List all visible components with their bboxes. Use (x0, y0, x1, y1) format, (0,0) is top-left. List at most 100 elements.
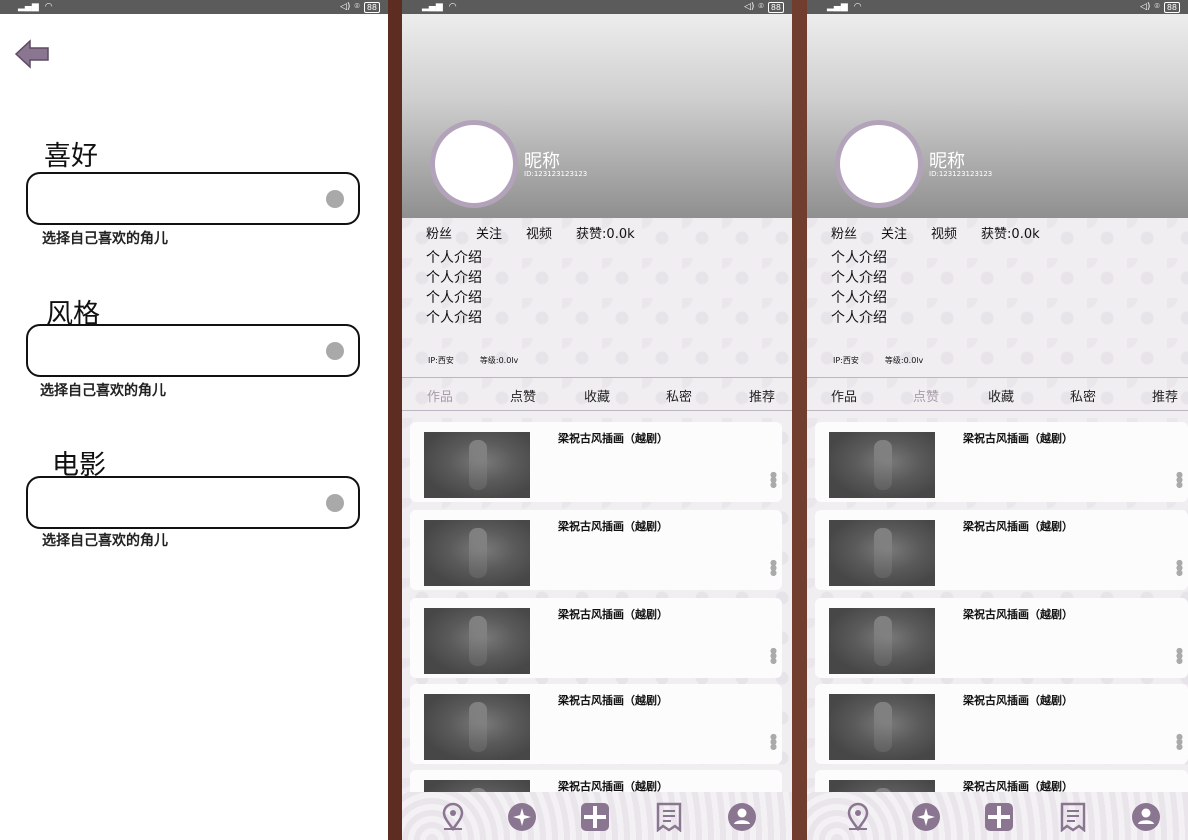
battery-indicator: 88 (1163, 1, 1180, 13)
item-title: 梁祝古风插画（越剧） (558, 520, 668, 533)
stat-following[interactable]: 关注 (881, 223, 907, 242)
profile-screen-likes: ▂▄▆ ◠ ◁) ⌾ 88 昵称 ID:123123123123 粉丝 关注 视频 获… (807, 0, 1188, 840)
app-stage: ▂▄▆ ◠ ◁) ⌾ 88 喜好 选择自己喜欢的角儿 风格 选择自己喜欢的角儿 电影 … (0, 0, 1188, 840)
avatar[interactable] (835, 120, 923, 208)
add-icon[interactable] (984, 802, 1014, 832)
battery-indicator: 88 (767, 1, 784, 13)
item-title: 梁祝古风插画（越剧） (963, 520, 1073, 533)
bottom-nav (402, 792, 792, 840)
content-tabs: 作品 点赞 收藏 私密 推荐 (402, 377, 792, 411)
add-icon[interactable] (580, 802, 610, 832)
wifi-icon: ◠ (853, 2, 862, 12)
artwork-thumbnail (829, 608, 935, 674)
signal-icon: ▂▄▆ (422, 2, 443, 12)
artwork-thumbnail (424, 694, 530, 760)
notes-icon[interactable] (1058, 802, 1088, 832)
bio-line: 个人介绍 (831, 290, 887, 306)
item-title: 梁祝古风插画（越剧） (558, 432, 668, 445)
more-options-icon[interactable]: ● ● ● (1176, 733, 1183, 751)
tab-likes[interactable]: 点赞 (913, 386, 939, 405)
stat-likes: 获赞:0.0k (981, 227, 1040, 242)
stat-videos[interactable]: 视频 (931, 223, 957, 242)
style-hint: 选择自己喜欢的角儿 (40, 383, 166, 399)
compass-icon[interactable] (911, 802, 941, 832)
stat-fans[interactable]: 粉丝 (831, 223, 857, 242)
more-options-icon[interactable]: ● ● ● (770, 733, 777, 751)
hobby-hint: 选择自己喜欢的角儿 (42, 231, 168, 247)
list-item[interactable]: 梁祝古风插画（越剧） ● ● ● (410, 598, 782, 678)
profile-meta: IP:西安 等级:0.0lv (833, 355, 923, 366)
user-id: ID:123123123123 (929, 170, 993, 178)
select-knob-icon (326, 342, 344, 360)
section-title-hobby: 喜好 (44, 141, 98, 172)
wifi-icon: ◠ (44, 2, 53, 12)
location-pin-icon: ⌾ (354, 2, 360, 12)
tab-recommend[interactable]: 推荐 (1152, 386, 1178, 405)
style-select-field[interactable] (26, 324, 360, 377)
user-id: ID:123123123123 (524, 170, 588, 178)
volume-icon: ◁) (743, 2, 755, 12)
wifi-icon: ◠ (448, 2, 457, 12)
item-title: 梁祝古风插画（越剧） (558, 694, 668, 707)
avatar[interactable] (430, 120, 518, 208)
more-options-icon[interactable]: ● ● ● (770, 647, 777, 665)
bio-line: 个人介绍 (831, 310, 887, 326)
more-options-icon[interactable]: ● ● ● (1176, 471, 1183, 489)
back-arrow-icon[interactable] (14, 38, 50, 70)
status-bar: ▂▄▆ ◠ ◁) ⌾ 88 (807, 0, 1188, 14)
list-item[interactable]: 梁祝古风插画（越剧） ● ● ● (410, 684, 782, 764)
user-icon[interactable] (1131, 802, 1161, 832)
battery-indicator: 88 (363, 1, 380, 13)
stats-row: 粉丝 关注 视频 获赞:0.0k (426, 223, 659, 242)
artwork-thumbnail (829, 432, 935, 498)
bio-line: 个人介绍 (426, 290, 482, 306)
bio-line: 个人介绍 (831, 270, 887, 286)
more-options-icon[interactable]: ● ● ● (770, 471, 777, 489)
location-pin-icon: ⌾ (1154, 2, 1160, 12)
list-item[interactable]: 梁祝古风插画（越剧） ● ● ● (815, 598, 1188, 678)
tab-favorites[interactable]: 收藏 (988, 386, 1014, 405)
content-tabs: 作品 点赞 收藏 私密 推荐 (807, 377, 1188, 411)
bio: 个人介绍 个人介绍 个人介绍 个人介绍 (426, 248, 482, 328)
movie-select-field[interactable] (26, 476, 360, 529)
list-item[interactable]: 梁祝古风插画（越剧） ● ● ● (815, 510, 1188, 590)
more-options-icon[interactable]: ● ● ● (1176, 559, 1183, 577)
artwork-thumbnail (424, 520, 530, 586)
stat-videos[interactable]: 视频 (526, 223, 552, 242)
hobby-select-field[interactable] (26, 172, 360, 225)
select-knob-icon (326, 190, 344, 208)
stat-fans[interactable]: 粉丝 (426, 223, 452, 242)
tab-recommend[interactable]: 推荐 (749, 386, 775, 405)
tab-works[interactable]: 作品 (831, 386, 857, 405)
list-item[interactable]: 梁祝古风插画（越剧） ● ● ● (410, 510, 782, 590)
artwork-thumbnail (424, 432, 530, 498)
bio: 个人介绍 个人介绍 个人介绍 个人介绍 (831, 248, 887, 328)
user-icon[interactable] (727, 802, 757, 832)
list-item[interactable]: 梁祝古风插画（越剧） ● ● ● (815, 684, 1188, 764)
stat-following[interactable]: 关注 (476, 223, 502, 242)
notes-icon[interactable] (654, 802, 684, 832)
artwork-thumbnail (829, 694, 935, 760)
location-icon[interactable] (843, 802, 873, 832)
bio-line: 个人介绍 (426, 270, 482, 286)
profile-meta: IP:西安 等级:0.0lv (428, 355, 518, 366)
tab-works[interactable]: 作品 (427, 386, 453, 405)
user-level: 等级:0.0lv (479, 356, 519, 365)
list-item[interactable]: 梁祝古风插画（越剧） ● ● ● (815, 422, 1188, 502)
tab-favorites[interactable]: 收藏 (584, 386, 610, 405)
artwork-thumbnail (424, 608, 530, 674)
volume-icon: ◁) (339, 2, 351, 12)
compass-icon[interactable] (507, 802, 537, 832)
more-options-icon[interactable]: ● ● ● (1176, 647, 1183, 665)
tab-private[interactable]: 私密 (666, 386, 692, 405)
item-title: 梁祝古风插画（越剧） (558, 608, 668, 621)
list-item[interactable]: 梁祝古风插画（越剧） ● ● ● (410, 422, 782, 502)
item-title: 梁祝古风插画（越剧） (963, 432, 1073, 445)
location-pin-icon: ⌾ (758, 2, 764, 12)
more-options-icon[interactable]: ● ● ● (770, 559, 777, 577)
tab-private[interactable]: 私密 (1070, 386, 1096, 405)
item-title: 梁祝古风插画（越剧） (963, 694, 1073, 707)
location-icon[interactable] (438, 802, 468, 832)
status-bar: ▂▄▆ ◠ ◁) ⌾ 88 (0, 0, 388, 14)
tab-likes[interactable]: 点赞 (510, 386, 536, 405)
